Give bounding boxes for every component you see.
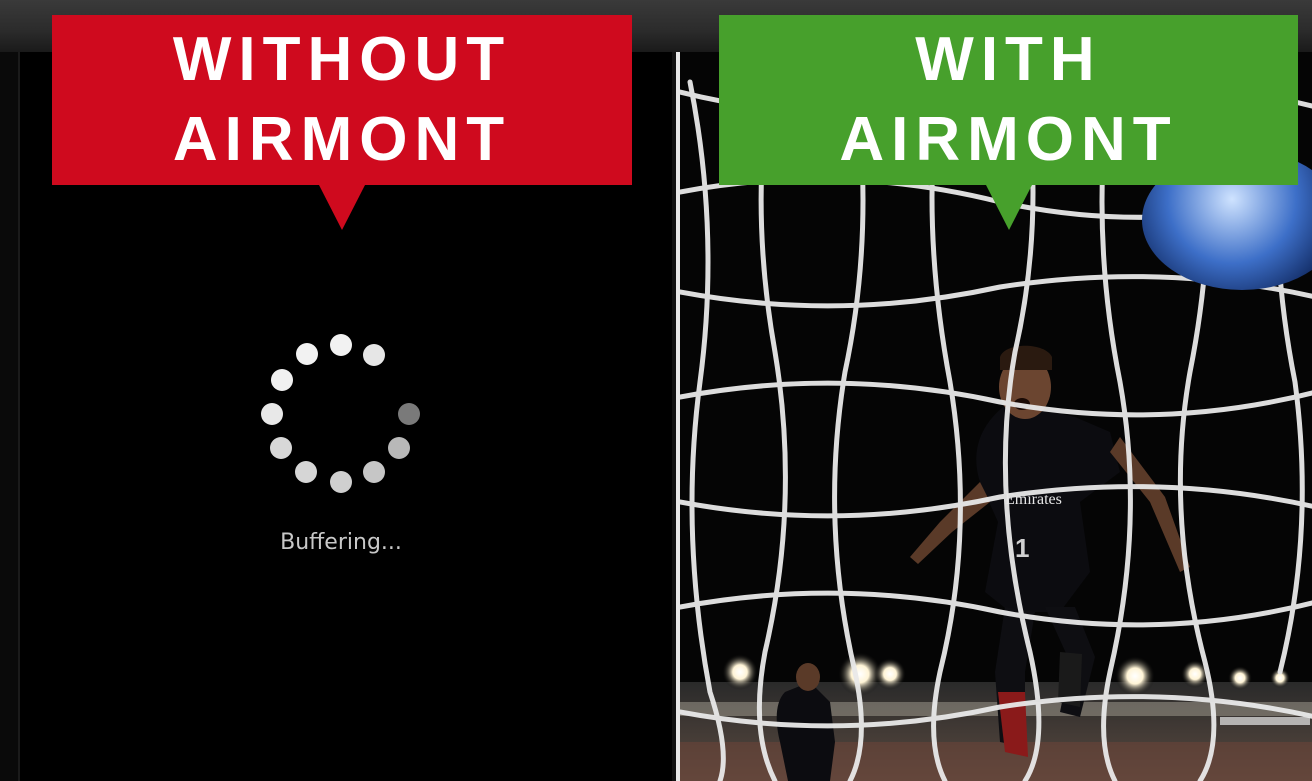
without-banner-pointer: [319, 185, 365, 230]
without-airmont-banner: WITHOUT AIRMONT: [52, 15, 632, 185]
with-banner-pointer: [986, 185, 1032, 230]
jersey-number: 1: [1015, 533, 1029, 563]
with-banner-line1: WITH: [915, 25, 1102, 94]
without-banner-line1: WITHOUT: [172, 25, 512, 94]
with-airmont-banner: WITH AIRMONT: [719, 15, 1298, 185]
with-banner-line2: AIRMONT: [839, 105, 1178, 174]
without-banner-line2: AIRMONT: [172, 105, 512, 174]
buffering-text: Buffering...: [280, 530, 402, 555]
